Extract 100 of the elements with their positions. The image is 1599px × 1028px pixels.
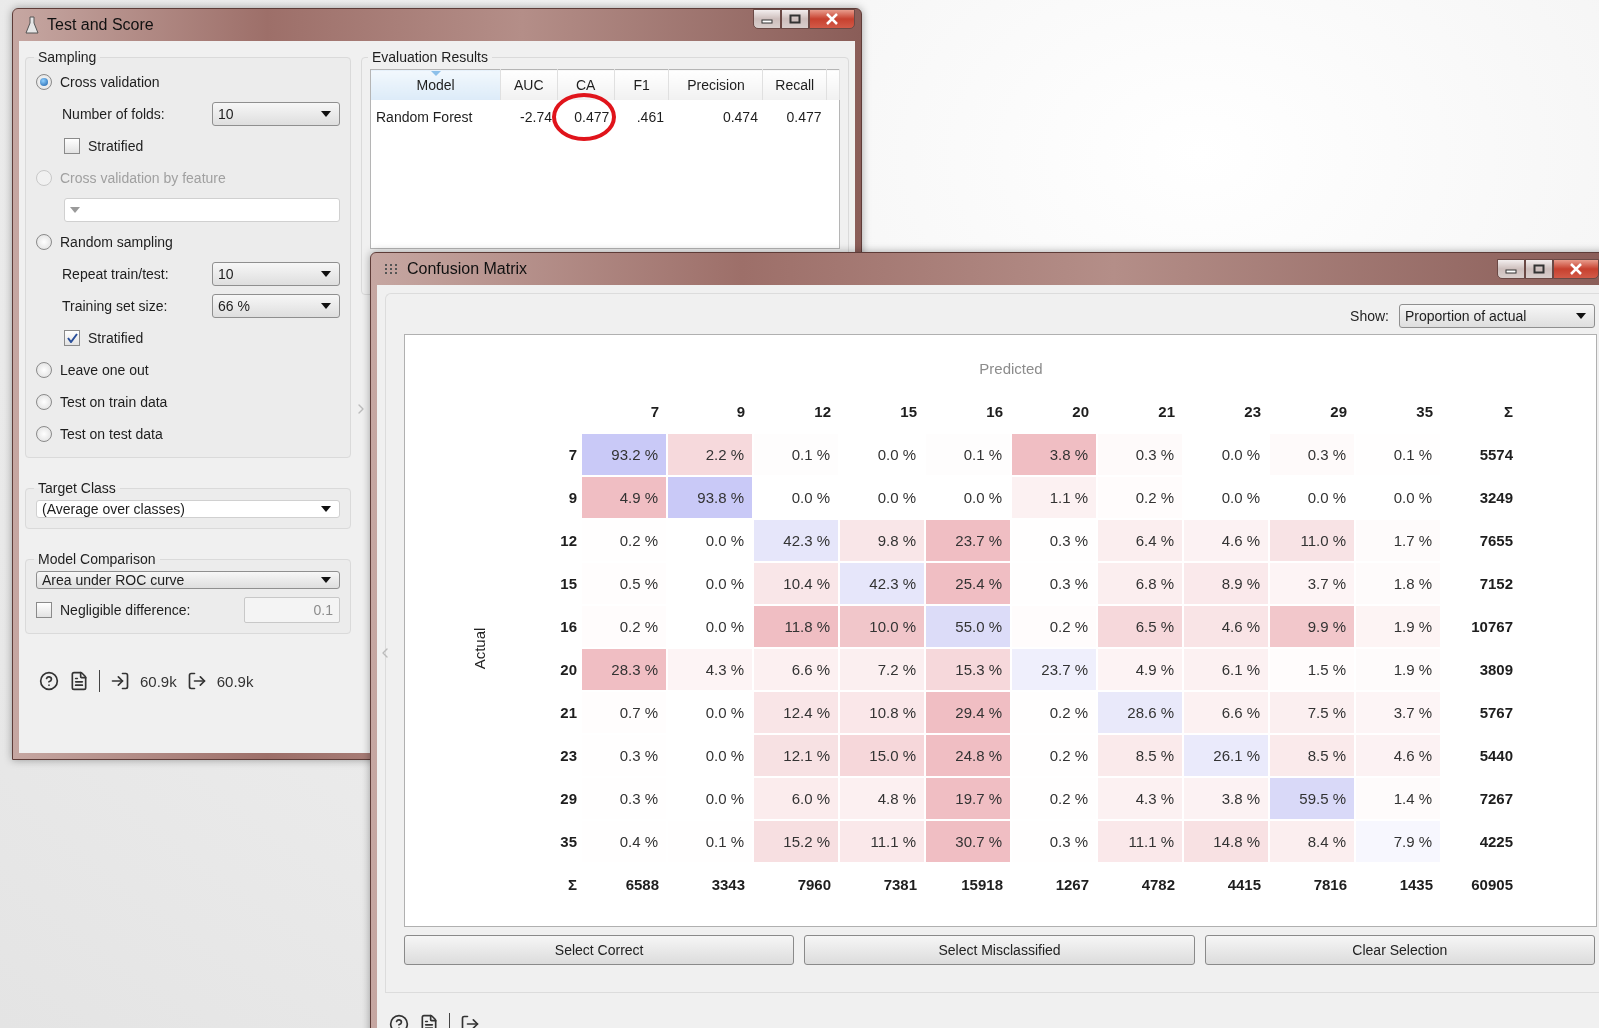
column-header[interactable]: Recall (762, 69, 827, 100)
matrix-cell[interactable]: 0.3 % (1098, 434, 1182, 475)
matrix-cell[interactable]: 15.0 % (840, 735, 924, 776)
checkbox[interactable] (64, 138, 80, 154)
matrix-cell[interactable]: 93.2 % (582, 434, 666, 475)
matrix-cell[interactable]: 1.8 % (1356, 563, 1440, 604)
matrix-cell[interactable]: 24.8 % (926, 735, 1010, 776)
dropdown[interactable]: Proportion of actual (1399, 304, 1595, 328)
radio-button[interactable] (36, 74, 52, 90)
matrix-cell[interactable]: 7.9 % (1356, 821, 1440, 862)
column-header[interactable]: F1 (614, 69, 669, 100)
matrix-cell[interactable]: 1.9 % (1356, 649, 1440, 690)
matrix-cell[interactable]: 15.3 % (926, 649, 1010, 690)
matrix-cell[interactable]: 3.8 % (1012, 434, 1096, 475)
matrix-cell[interactable]: 8.5 % (1098, 735, 1182, 776)
matrix-cell[interactable]: 4.9 % (582, 477, 666, 518)
matrix-cell[interactable]: 6.0 % (754, 778, 838, 819)
matrix-cell[interactable]: 4.8 % (840, 778, 924, 819)
maximize-button[interactable] (781, 9, 809, 29)
matrix-cell[interactable]: 1.4 % (1356, 778, 1440, 819)
radio-button[interactable] (36, 426, 52, 442)
document-icon[interactable] (419, 1014, 439, 1028)
matrix-cell[interactable]: 6.5 % (1098, 606, 1182, 647)
document-icon[interactable] (69, 671, 89, 691)
matrix-cell[interactable]: 3.8 % (1184, 778, 1268, 819)
matrix-cell[interactable]: 28.3 % (582, 649, 666, 690)
matrix-cell[interactable]: 2.2 % (668, 434, 752, 475)
column-header[interactable]: AUC (500, 69, 557, 100)
matrix-cell[interactable]: 11.8 % (754, 606, 838, 647)
matrix-cell[interactable]: 19.7 % (926, 778, 1010, 819)
dropdown[interactable]: 10 (212, 102, 340, 126)
matrix-cell[interactable]: 28.6 % (1098, 692, 1182, 733)
minimize-button[interactable] (1497, 259, 1525, 279)
matrix-cell[interactable]: 10.8 % (840, 692, 924, 733)
radio-button[interactable] (36, 234, 52, 250)
matrix-cell[interactable]: 93.8 % (668, 477, 752, 518)
matrix-cell[interactable]: 6.8 % (1098, 563, 1182, 604)
matrix-cell[interactable]: 4.6 % (1356, 735, 1440, 776)
checkbox[interactable] (36, 602, 52, 618)
matrix-cell[interactable]: 11.1 % (1098, 821, 1182, 862)
matrix-cell[interactable]: 14.8 % (1184, 821, 1268, 862)
matrix-cell[interactable]: 7.2 % (840, 649, 924, 690)
matrix-cell[interactable]: 7.5 % (1270, 692, 1354, 733)
matrix-cell[interactable]: 4.3 % (1098, 778, 1182, 819)
close-button[interactable] (1553, 259, 1599, 279)
dropdown[interactable]: 10 (212, 262, 340, 286)
matrix-cell[interactable]: 6.6 % (1184, 692, 1268, 733)
column-header[interactable]: Model (370, 69, 501, 100)
matrix-cell[interactable]: 3.7 % (1270, 563, 1354, 604)
matrix-cell[interactable]: 0.3 % (1270, 434, 1354, 475)
column-header[interactable]: Precision (669, 69, 763, 100)
matrix-cell[interactable]: 15.2 % (754, 821, 838, 862)
matrix-cell[interactable]: 26.1 % (1184, 735, 1268, 776)
radio-button[interactable] (36, 362, 52, 378)
matrix-cell[interactable]: 42.3 % (840, 563, 924, 604)
maximize-button[interactable] (1525, 259, 1553, 279)
matrix-cell[interactable]: 4.9 % (1098, 649, 1182, 690)
matrix-cell[interactable]: 1.1 % (1012, 477, 1096, 518)
help-icon[interactable] (389, 1014, 409, 1028)
matrix-cell[interactable]: 59.5 % (1270, 778, 1354, 819)
radio-button[interactable] (36, 394, 52, 410)
matrix-cell[interactable]: 4.3 % (668, 649, 752, 690)
matrix-cell[interactable]: 10.0 % (840, 606, 924, 647)
matrix-cell[interactable]: 6.4 % (1098, 520, 1182, 561)
matrix-cell[interactable]: 11.1 % (840, 821, 924, 862)
matrix-cell[interactable]: 4.6 % (1184, 520, 1268, 561)
table-cell: 0.477 (557, 100, 615, 134)
matrix-cell[interactable]: 4.6 % (1184, 606, 1268, 647)
matrix-cell[interactable]: 55.0 % (926, 606, 1010, 647)
dropdown[interactable]: (Average over classes) (36, 500, 340, 518)
matrix-cell[interactable]: 1.7 % (1356, 520, 1440, 561)
matrix-cell[interactable]: 6.6 % (754, 649, 838, 690)
help-icon[interactable] (39, 671, 59, 691)
close-button[interactable] (809, 9, 855, 29)
minimize-button[interactable] (753, 9, 781, 29)
matrix-cell[interactable]: 6.1 % (1184, 649, 1268, 690)
matrix-cell[interactable]: 3.7 % (1356, 692, 1440, 733)
action-button[interactable]: Clear Selection (1204, 935, 1595, 965)
dropdown[interactable]: Area under ROC curve (36, 571, 340, 589)
matrix-cell[interactable]: 23.7 % (926, 520, 1010, 561)
action-button[interactable]: Select Correct (404, 935, 795, 965)
column-header[interactable]: CA (557, 69, 615, 100)
matrix-cell[interactable]: 12.1 % (754, 735, 838, 776)
matrix-cell[interactable]: 10.4 % (754, 563, 838, 604)
matrix-cell[interactable]: 9.9 % (1270, 606, 1354, 647)
matrix-cell[interactable]: 8.4 % (1270, 821, 1354, 862)
matrix-cell[interactable]: 42.3 % (754, 520, 838, 561)
matrix-cell[interactable]: 8.5 % (1270, 735, 1354, 776)
matrix-cell[interactable]: 23.7 % (1012, 649, 1096, 690)
matrix-cell[interactable]: 30.7 % (926, 821, 1010, 862)
action-button[interactable]: Select Misclassified (804, 935, 1195, 965)
matrix-cell[interactable]: 25.4 % (926, 563, 1010, 604)
matrix-cell[interactable]: 29.4 % (926, 692, 1010, 733)
matrix-cell[interactable]: 11.0 % (1270, 520, 1354, 561)
dropdown[interactable]: 66 % (212, 294, 340, 318)
matrix-cell[interactable]: 9.8 % (840, 520, 924, 561)
matrix-cell[interactable]: 1.9 % (1356, 606, 1440, 647)
matrix-cell[interactable]: 8.9 % (1184, 563, 1268, 604)
matrix-cell[interactable]: 12.4 % (754, 692, 838, 733)
checkbox[interactable] (64, 330, 80, 346)
